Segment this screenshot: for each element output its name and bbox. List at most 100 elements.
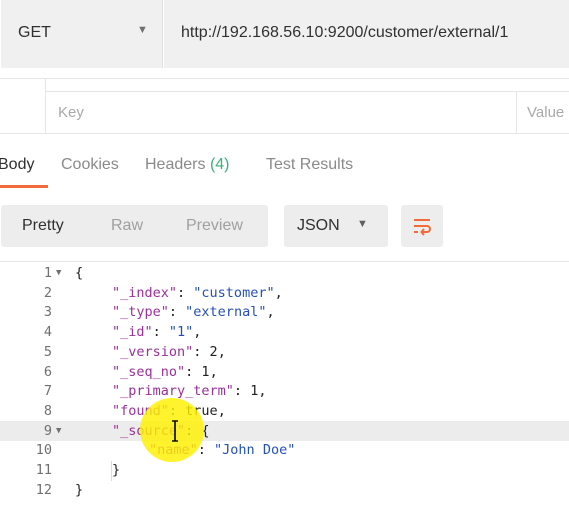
json-punctuation: } — [112, 462, 121, 478]
format-select[interactable]: JSON ▼ — [284, 205, 388, 247]
format-label: JSON — [297, 217, 340, 234]
code-text: "_seq_no": 1, — [112, 362, 218, 382]
params-table: Key Value — [0, 78, 569, 134]
tab-body[interactable]: Body — [0, 156, 34, 174]
line-number: 10 — [35, 442, 52, 459]
fold-arrow-icon[interactable]: ▼ — [56, 263, 61, 283]
param-key-placeholder: Key — [58, 104, 84, 121]
code-line: 4 "_id": "1", — [0, 322, 569, 342]
param-key-input[interactable]: Key — [45, 92, 517, 133]
headers-count-badge: (4) — [209, 156, 230, 173]
line-gutter: 5 — [0, 342, 66, 362]
indent-guide — [111, 461, 112, 481]
chevron-down-icon: ▼ — [357, 218, 368, 230]
view-preview-button[interactable]: Preview — [186, 217, 243, 235]
code-line: 5 "_version": 2, — [0, 342, 569, 362]
json-value: 1 — [201, 363, 210, 380]
tab-test-results[interactable]: Test Results — [266, 156, 353, 174]
view-pretty-button[interactable]: Pretty — [22, 217, 64, 235]
code-text: { — [75, 263, 83, 283]
json-key: "_seq_no" — [112, 363, 186, 380]
fold-arrow-icon[interactable]: ▼ — [56, 421, 61, 441]
chevron-down-icon: ▼ — [137, 24, 148, 36]
json-punctuation: : — [193, 343, 210, 360]
json-string: "external" — [185, 304, 267, 321]
line-gutter: 9 ▼ — [0, 421, 66, 441]
json-punctuation: : — [152, 324, 169, 341]
code-text: "_id": "1", — [112, 322, 201, 342]
method-label: GET — [18, 24, 51, 41]
tab-cookies[interactable]: Cookies — [61, 156, 119, 174]
wrap-lines-button[interactable] — [401, 205, 443, 247]
json-key: "_version" — [112, 343, 194, 360]
line-gutter: 11 — [0, 460, 66, 480]
line-gutter: 12 — [0, 480, 66, 500]
line-number: 5 — [43, 343, 52, 360]
url-text: http://192.168.56.10:9200/customer/exter… — [181, 24, 509, 41]
json-punctuation: , — [217, 402, 226, 419]
code-line: 10"name": "John Doe" — [0, 440, 569, 460]
line-number: 8 — [43, 402, 52, 419]
json-string: "John Doe" — [214, 442, 296, 459]
json-value: 2 — [209, 343, 218, 360]
json-punctuation: , — [209, 363, 218, 380]
request-bar: GET ▼ http://192.168.56.10:9200/customer… — [0, 0, 569, 68]
line-number: 9 — [43, 422, 52, 439]
code-text: } — [75, 480, 83, 500]
line-gutter: 8 — [0, 401, 66, 421]
json-punctuation: , — [217, 343, 226, 360]
line-number: 1 — [43, 265, 52, 281]
json-key: "_index" — [112, 284, 178, 301]
json-key: "_type" — [112, 304, 169, 321]
code-line: 11} — [0, 460, 569, 480]
code-text: "_index": "customer", — [112, 283, 283, 303]
line-gutter: 3 — [0, 302, 66, 322]
json-punctuation: : — [233, 383, 251, 400]
code-line: 2 "_index": "customer", — [0, 283, 569, 303]
line-number: 11 — [35, 462, 52, 478]
code-line: 8"found": true, — [0, 401, 569, 421]
active-tab-indicator — [0, 185, 48, 188]
code-text: "_primary_term": 1, — [112, 381, 266, 401]
url-input[interactable]: http://192.168.56.10:9200/customer/exter… — [164, 0, 569, 68]
json-punctuation: , — [274, 284, 283, 301]
line-number: 7 — [43, 383, 52, 400]
code-text: } — [112, 460, 120, 480]
code-line: 3 "_type": "external", — [0, 302, 569, 322]
params-row-divider — [45, 79, 569, 92]
json-punctuation: : — [185, 363, 202, 380]
json-key: "_primary_term" — [112, 383, 234, 400]
json-punctuation: , — [266, 304, 275, 321]
json-string: "customer" — [193, 284, 275, 301]
wrap-lines-icon — [414, 219, 431, 236]
line-number: 3 — [43, 304, 52, 321]
response-toolbar: Pretty Raw Preview JSON ▼ — [0, 205, 569, 247]
line-number: 4 — [43, 324, 52, 341]
line-gutter: 1 ▼ — [0, 263, 66, 283]
view-mode-group: Pretty Raw Preview — [1, 205, 268, 247]
line-gutter: 7 — [0, 381, 66, 401]
tab-headers[interactable]: Headers (4) — [145, 156, 230, 174]
line-gutter: 2 — [0, 283, 66, 303]
method-select[interactable]: GET ▼ — [1, 0, 163, 68]
text-cursor-icon — [172, 420, 178, 442]
response-tabs: Body Cookies Headers (4) Test Results — [0, 148, 569, 188]
json-punctuation: , — [193, 324, 202, 341]
json-punctuation: { — [75, 265, 84, 281]
code-text: "_type": "external", — [112, 302, 275, 322]
json-key: "_id" — [112, 324, 153, 341]
json-punctuation: } — [75, 481, 84, 498]
code-text: "_version": 2, — [112, 342, 226, 362]
line-number: 2 — [43, 284, 52, 301]
line-gutter: 4 — [0, 322, 66, 342]
code-line: 1 ▼ { — [0, 263, 569, 283]
line-number: 6 — [43, 363, 52, 380]
json-punctuation: , — [258, 383, 267, 400]
param-value-input[interactable]: Value — [527, 104, 564, 121]
line-gutter: 6 — [0, 362, 66, 382]
code-line: 7 "_primary_term": 1, — [0, 381, 569, 401]
view-raw-button[interactable]: Raw — [111, 217, 143, 235]
json-punctuation: : — [177, 284, 194, 301]
json-string: "1" — [168, 324, 194, 341]
line-number: 12 — [35, 481, 52, 498]
